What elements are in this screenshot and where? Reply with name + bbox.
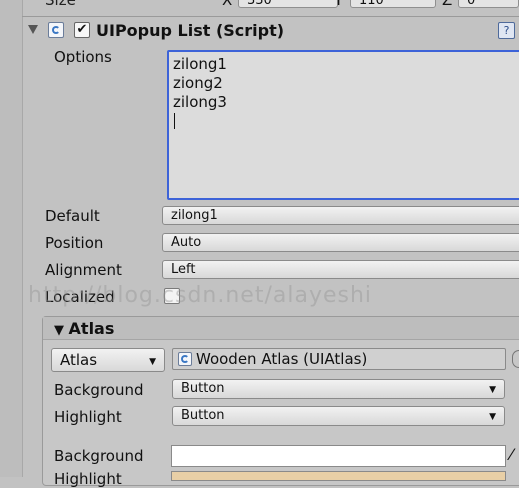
atlas-object-value: Wooden Atlas (UIAtlas): [196, 350, 368, 368]
atlas-header-bar[interactable]: [43, 317, 519, 340]
dropdown-arrow-icon: ▼: [489, 385, 496, 395]
inspector-gutter: [0, 0, 23, 477]
option-line: zilong3: [173, 93, 227, 111]
background-sprite-value: Button: [181, 381, 225, 396]
object-picker-icon[interactable]: [512, 350, 519, 368]
help-book-icon[interactable]: ?: [498, 22, 515, 39]
background-sprite-dropdown[interactable]: Button ▼: [172, 379, 505, 399]
alignment-label: Alignment: [45, 261, 122, 279]
y-label: Y: [334, 0, 344, 9]
default-label: Default: [45, 207, 100, 225]
text-cursor: [174, 113, 175, 129]
background-color-label: Background: [54, 447, 144, 465]
options-textarea[interactable]: zilong1 ziong2 zilong3: [167, 50, 519, 200]
option-line: ziong2: [173, 74, 223, 92]
dropdown-arrow-icon: ▼: [149, 357, 156, 367]
position-dropdown[interactable]: Auto: [162, 233, 519, 252]
watermark-text: http://blog.csdn.net/alayeshi: [28, 283, 373, 308]
atlas-type-dropdown[interactable]: Atlas ▼: [51, 348, 165, 372]
collapse-arrow-icon: ▼: [54, 323, 69, 338]
enabled-checkbox[interactable]: ✔: [74, 22, 90, 38]
foldout-arrow-icon[interactable]: [28, 25, 38, 34]
alignment-dropdown[interactable]: Left: [162, 260, 519, 279]
highlight-sprite-dropdown[interactable]: Button ▼: [172, 406, 505, 426]
background-color-swatch[interactable]: [171, 445, 506, 467]
dropdown-arrow-icon: ▼: [489, 412, 496, 422]
highlight-color-label: Highlight: [54, 470, 122, 488]
highlight-sprite-value: Button: [181, 408, 225, 423]
script-icon: [48, 22, 64, 38]
atlas-header-label: Atlas: [68, 319, 115, 338]
background-sprite-label: Background: [54, 381, 144, 399]
atlas-type-label: Atlas: [60, 351, 98, 369]
y-field[interactable]: 110: [350, 0, 436, 8]
atlas-header[interactable]: ▼ Atlas: [54, 320, 114, 340]
options-label: Options: [54, 48, 112, 66]
x-field[interactable]: 330: [238, 0, 338, 8]
highlight-sprite-label: Highlight: [54, 408, 122, 426]
option-line: zilong1: [173, 55, 227, 73]
script-icon: [178, 352, 192, 366]
component-title: UIPopup List (Script): [96, 21, 285, 40]
highlight-color-swatch[interactable]: [171, 471, 506, 481]
atlas-object-field[interactable]: Wooden Atlas (UIAtlas): [172, 348, 506, 370]
size-label: Size: [45, 0, 76, 9]
eyedropper-icon[interactable]: ⁄: [510, 447, 513, 463]
z-field[interactable]: 0: [458, 0, 519, 8]
divider: [22, 16, 519, 17]
default-dropdown[interactable]: zilong1: [162, 206, 519, 225]
z-label: Z: [442, 0, 453, 9]
x-label: X: [222, 0, 233, 9]
position-label: Position: [45, 234, 104, 252]
